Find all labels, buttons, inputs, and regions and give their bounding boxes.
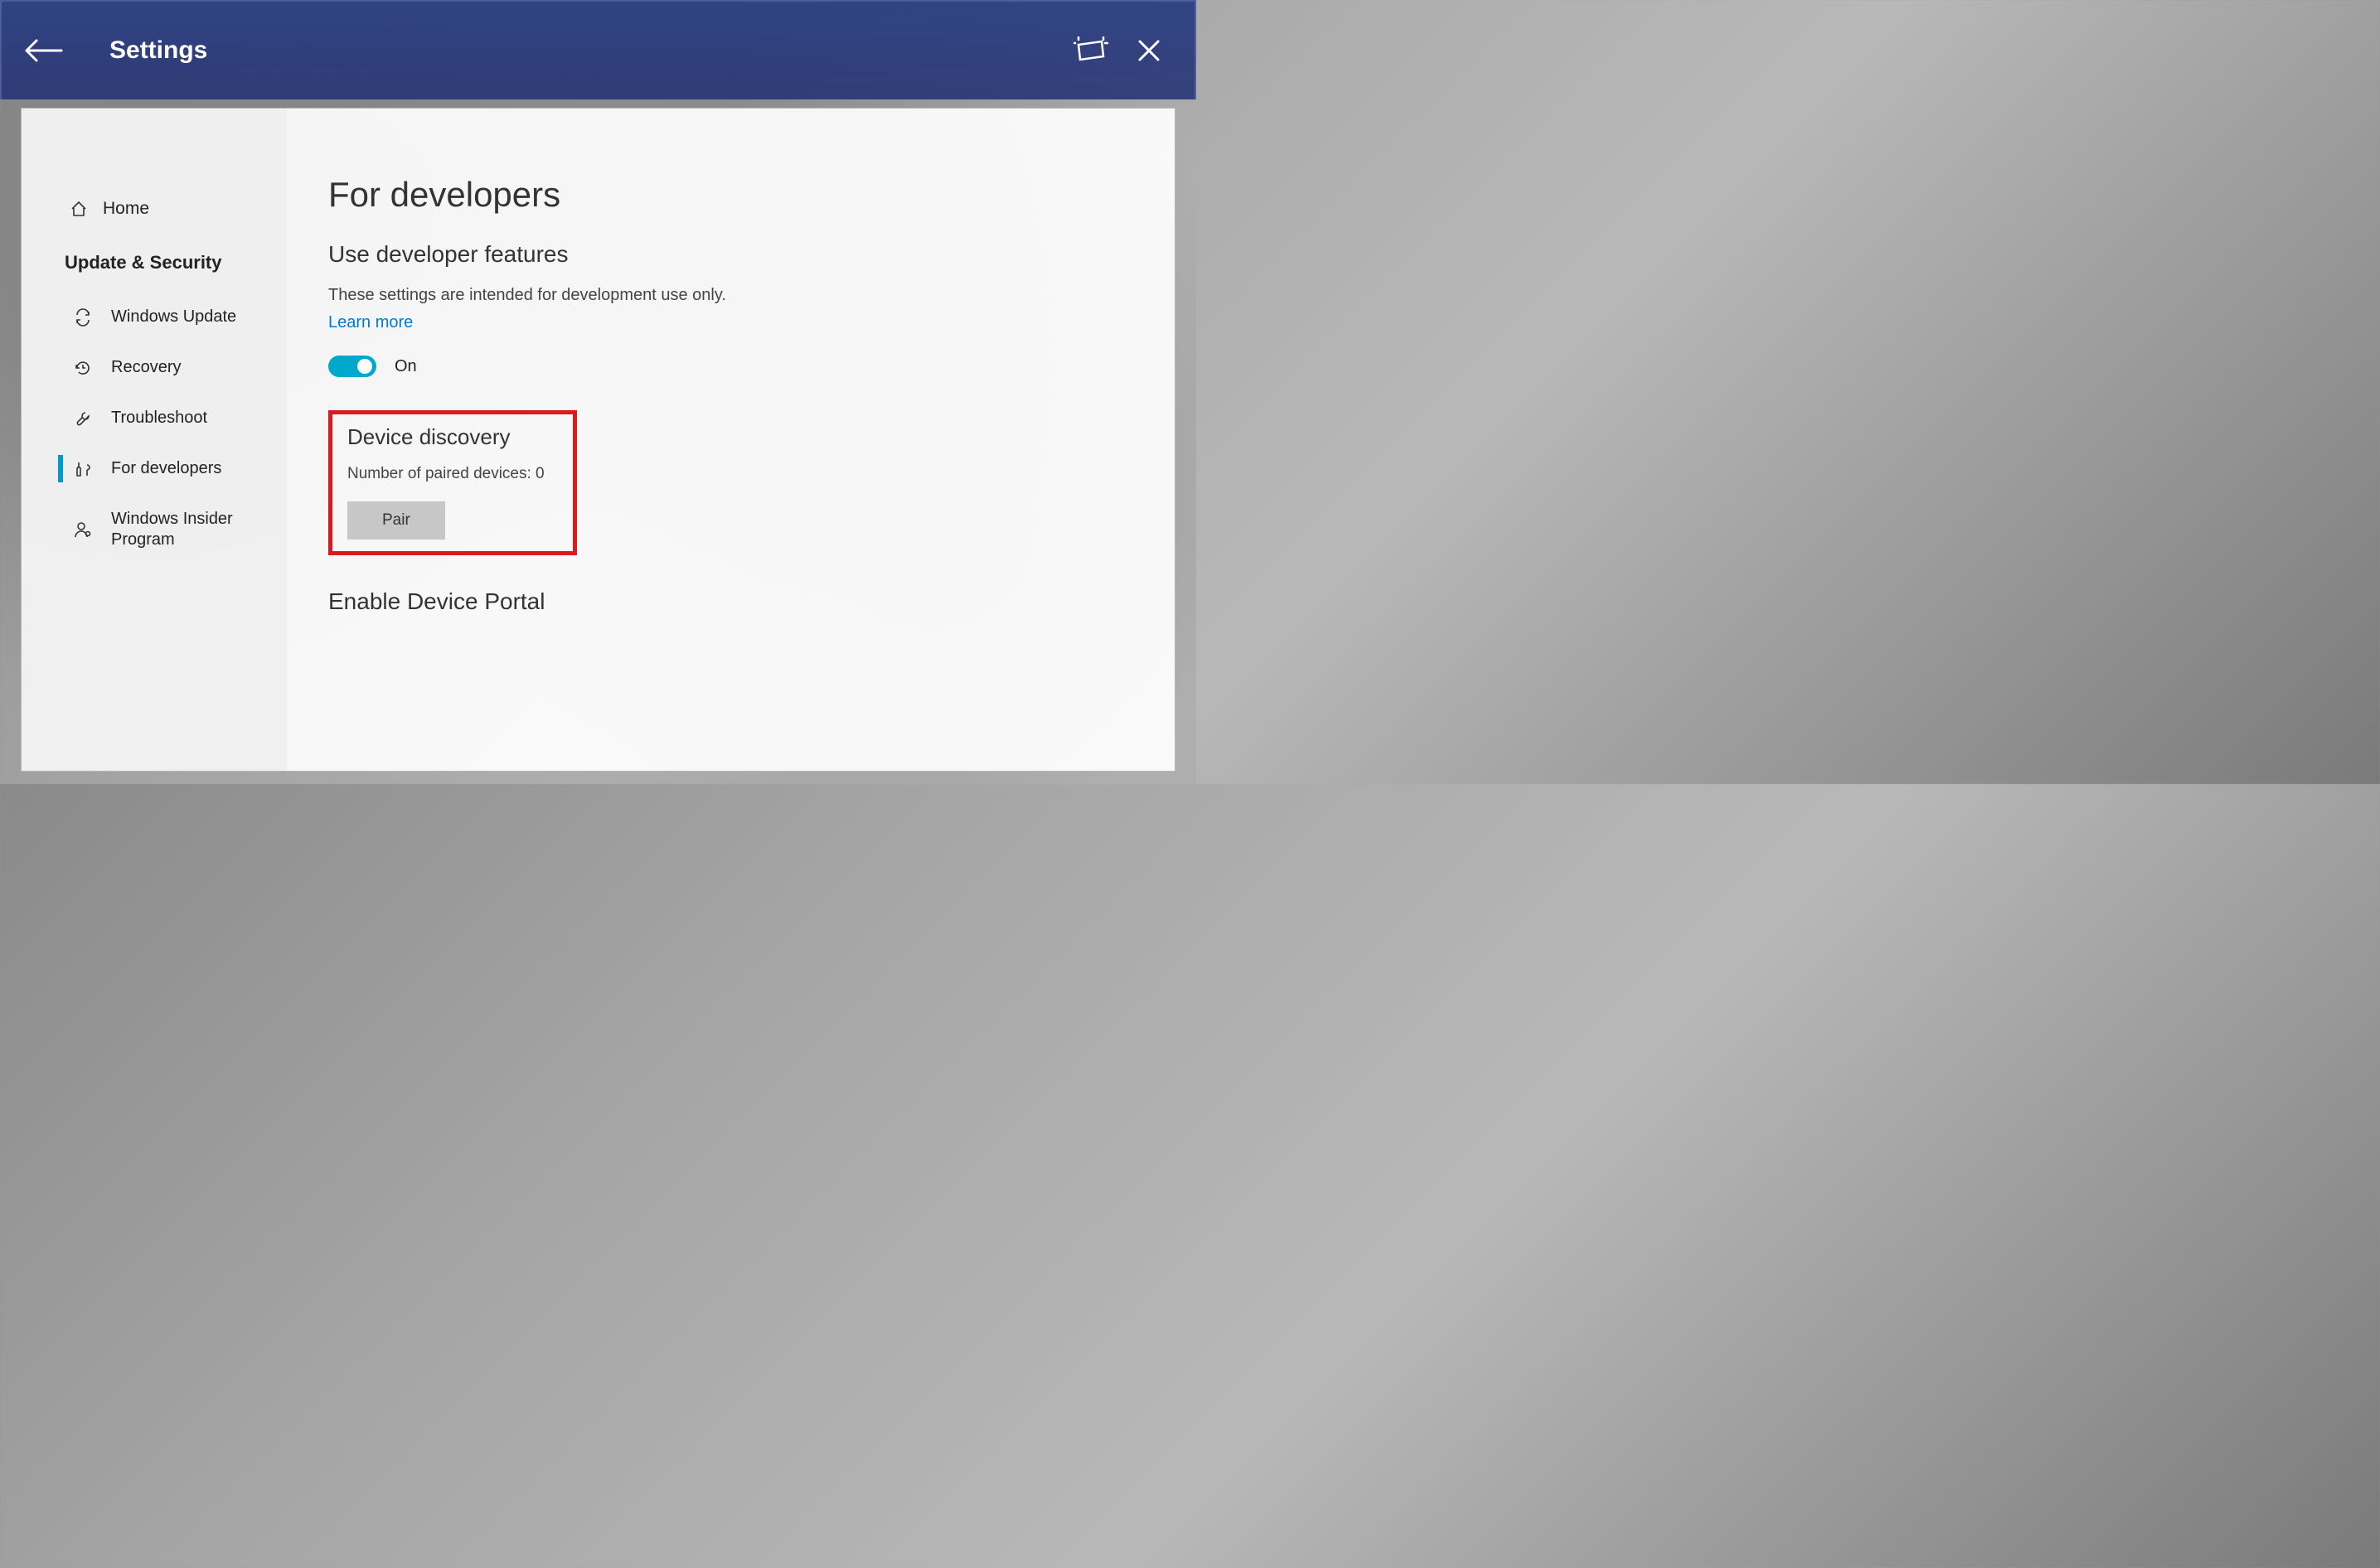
sidebar: Home Update & Security Windows Update Re… <box>22 109 287 771</box>
learn-more-link[interactable]: Learn more <box>328 313 413 332</box>
close-icon <box>1137 39 1161 62</box>
sidebar-item-label: Windows Update <box>111 307 287 327</box>
device-discovery-highlight: Device discovery Number of paired device… <box>328 410 577 555</box>
page-title: For developers <box>328 175 1142 215</box>
sidebar-item-windows-insider[interactable]: Windows Insider Program <box>22 494 287 565</box>
sidebar-item-label: Windows Insider Program <box>111 509 287 550</box>
tools-icon <box>73 460 93 478</box>
sidebar-item-for-developers[interactable]: For developers <box>22 443 287 494</box>
history-icon <box>73 359 93 377</box>
window-titlebar: Settings <box>0 0 1196 99</box>
window-title: Settings <box>109 36 207 65</box>
dev-features-description: These settings are intended for developm… <box>328 286 1142 305</box>
section-device-portal: Enable Device Portal <box>328 588 1142 615</box>
content-pane: For developers Use developer features Th… <box>287 109 1175 771</box>
sidebar-item-label: For developers <box>111 458 287 479</box>
sidebar-item-recovery[interactable]: Recovery <box>22 342 287 393</box>
wrench-icon <box>73 409 93 428</box>
back-button[interactable] <box>18 26 68 75</box>
sidebar-category: Update & Security <box>22 230 287 292</box>
arrow-left-icon <box>23 39 63 62</box>
pair-button[interactable]: Pair <box>347 501 445 540</box>
toggle-state-label: On <box>395 357 417 376</box>
section-device-discovery: Device discovery <box>347 424 558 450</box>
person-icon <box>73 520 93 539</box>
close-button[interactable] <box>1120 22 1178 80</box>
home-icon <box>70 200 88 218</box>
slate-icon <box>1074 36 1108 65</box>
sidebar-home[interactable]: Home <box>22 187 287 230</box>
sidebar-item-label: Troubleshoot <box>111 408 287 428</box>
sync-icon <box>73 308 93 327</box>
paired-devices-count: Number of paired devices: 0 <box>347 465 558 483</box>
sidebar-item-windows-update[interactable]: Windows Update <box>22 292 287 342</box>
section-use-dev-features: Use developer features <box>328 241 1142 268</box>
settings-window: Home Update & Security Windows Update Re… <box>21 108 1175 772</box>
toggle-knob <box>357 359 372 374</box>
sidebar-item-troubleshoot[interactable]: Troubleshoot <box>22 393 287 443</box>
follow-me-button[interactable] <box>1062 22 1120 80</box>
sidebar-home-label: Home <box>103 199 149 219</box>
dev-features-toggle[interactable] <box>328 356 376 377</box>
sidebar-item-label: Recovery <box>111 357 287 378</box>
